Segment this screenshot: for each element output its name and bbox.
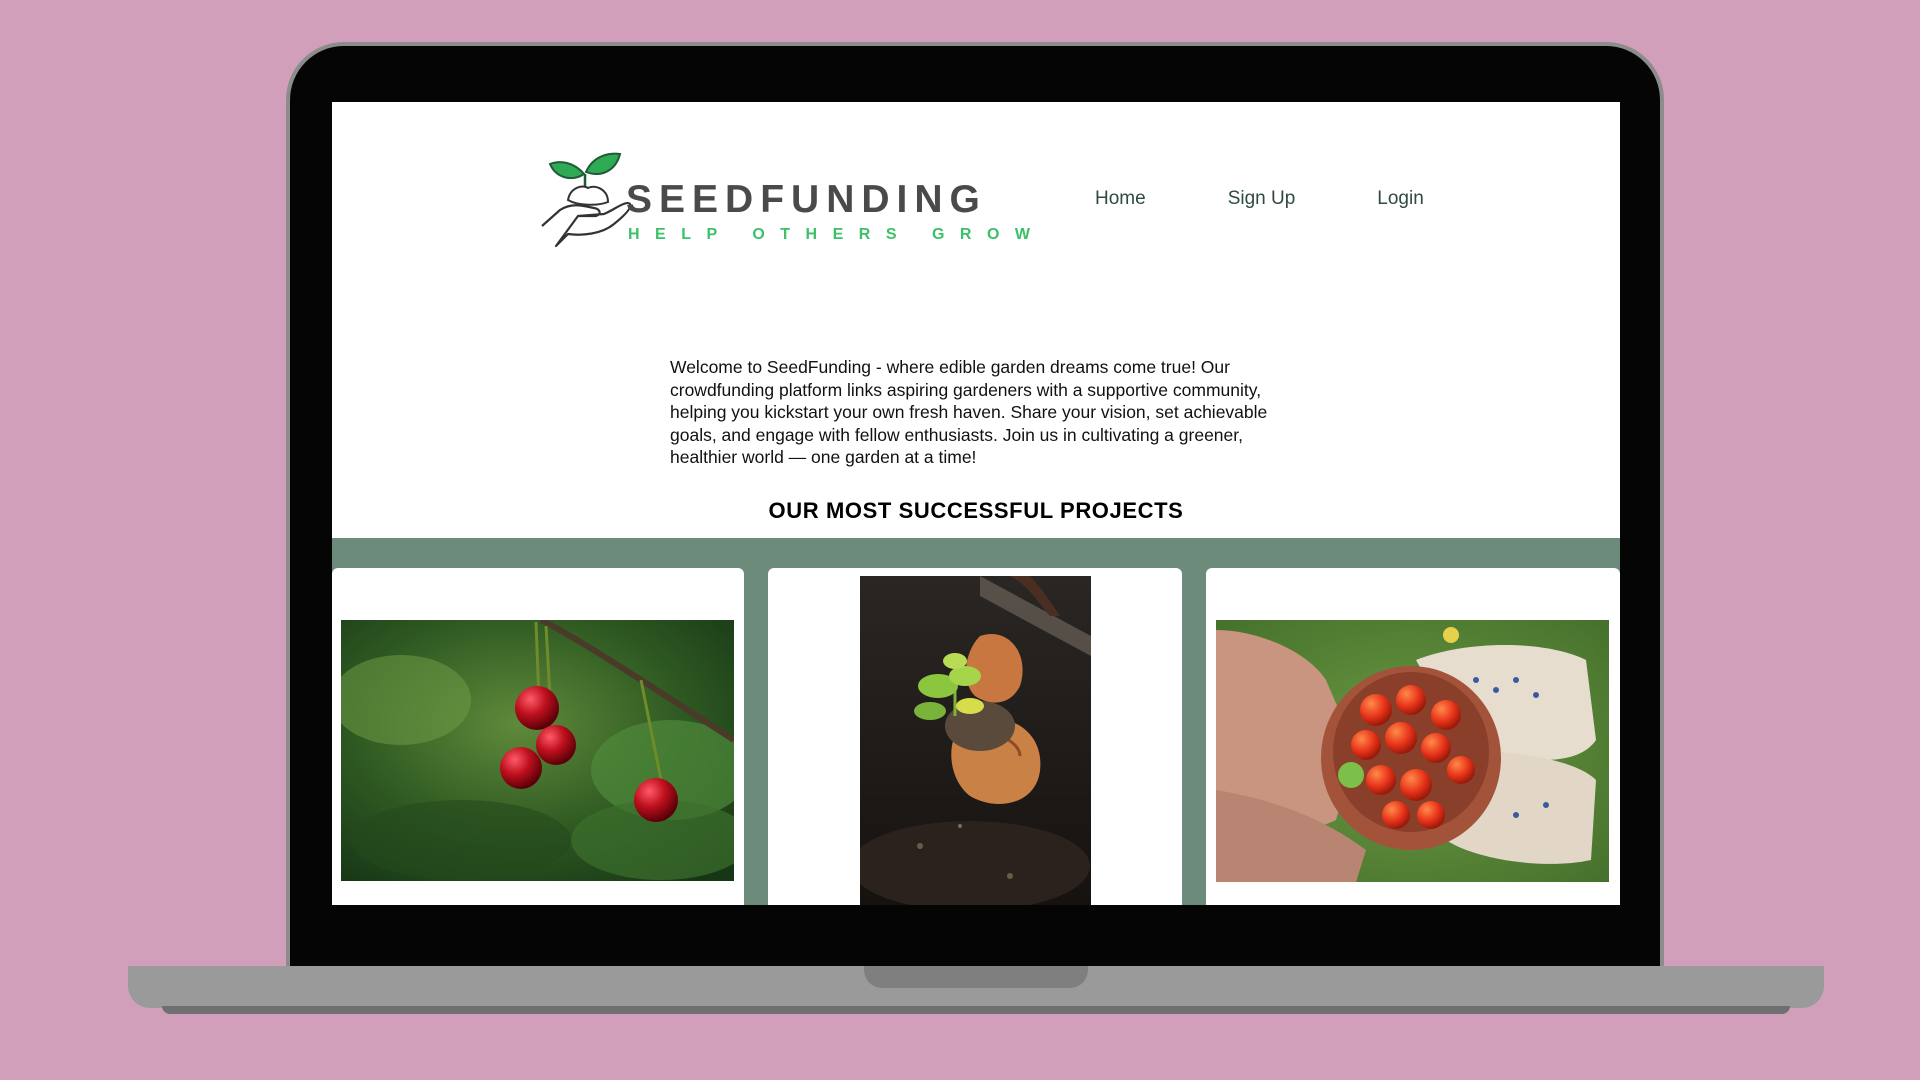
main-nav: Home Sign Up Login — [1095, 188, 1424, 210]
seedling-planting-photo — [860, 576, 1091, 905]
intro-text: Welcome to SeedFunding - where edible ga… — [670, 357, 1268, 467]
laptop-base-shadow — [162, 1006, 1790, 1014]
nav-sign-up-link[interactable]: Sign Up — [1228, 188, 1296, 210]
tomatoes-bowl-photo — [1216, 620, 1609, 882]
projects-heading: OUR MOST SUCCESSFUL PROJECTS — [768, 498, 1184, 523]
desktop-backdrop: SEEDFUNDING HELP OTHERS GROW Home Sign U… — [0, 0, 1920, 1080]
brand-name: SEEDFUNDING — [626, 178, 987, 221]
projects-section — [332, 538, 1620, 905]
cherries-photo — [341, 620, 734, 881]
site-header: SEEDFUNDING HELP OTHERS GROW Home Sign U… — [332, 102, 1620, 312]
project-card[interactable] — [1206, 568, 1620, 905]
site-logo[interactable]: SEEDFUNDING HELP OTHERS GROW — [538, 148, 1030, 252]
hand-holding-seedling-icon — [541, 152, 632, 248]
laptop-notch — [864, 966, 1088, 988]
project-card[interactable] — [768, 568, 1182, 905]
nav-login-link[interactable]: Login — [1377, 188, 1424, 210]
nav-home-link[interactable]: Home — [1095, 188, 1146, 210]
project-card[interactable] — [332, 568, 744, 905]
browser-viewport: SEEDFUNDING HELP OTHERS GROW Home Sign U… — [332, 102, 1620, 905]
brand-tagline: HELP OTHERS GROW — [628, 226, 1046, 243]
